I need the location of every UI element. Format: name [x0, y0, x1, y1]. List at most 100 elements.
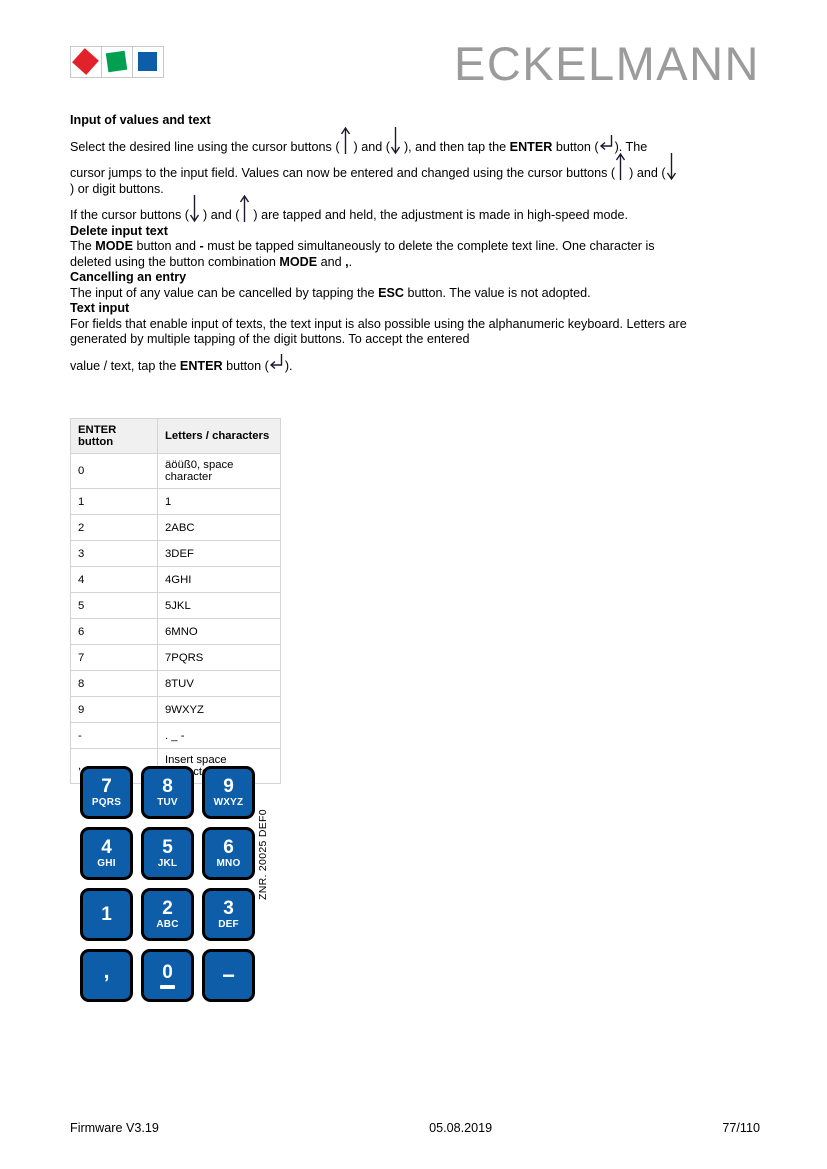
footer-page-number: 77/110 — [722, 1121, 760, 1135]
key-2[interactable]: 2 ABC — [141, 888, 194, 941]
table-cell-value: 3DEF — [157, 540, 281, 567]
table-body: 0 äöüß0, space character 11 2 2ABC 3 3DEF 4… — [70, 453, 281, 784]
text-run: value / text, tap the — [70, 358, 180, 373]
text-run: button ( — [552, 139, 599, 154]
blue-square-icon — [138, 52, 157, 71]
key-8[interactable]: 8 TUV — [141, 766, 194, 819]
keypad-cell: 7 PQRS — [76, 762, 137, 823]
paragraph-cancelling-an-entry: The input of any value can be cancelled … — [70, 286, 760, 302]
table-cell-key: 1 — [70, 488, 158, 515]
table-cell-value: 4GHI — [157, 566, 281, 593]
text-run: If the cursor buttons ( — [70, 208, 189, 222]
key-digit: 5 — [162, 837, 173, 858]
letters-characters-table: ENTER button Letters / characters 0 äöüß0… — [70, 418, 281, 784]
key-3[interactable]: 3 DEF — [202, 888, 255, 941]
text-run: button. The value is not adopted. — [403, 285, 591, 300]
document-body: Input of values and text Select the desi… — [70, 113, 760, 374]
key-letters: JKL — [157, 858, 178, 869]
key-digit: 9 — [223, 776, 234, 797]
table-cell-value: 8TUV — [157, 670, 281, 697]
text-run: button ( — [222, 358, 269, 373]
drawing-number-label: ZNR. 20025 DEF0 — [257, 809, 269, 900]
text-run: ) are tapped and held, the adjustment is… — [253, 208, 628, 222]
table-cell-key: 0 — [70, 453, 158, 489]
text-run: and — [317, 254, 346, 269]
paragraph-high-speed-mode: If the cursor buttons ( ) and ( ) are tapp… — [70, 194, 760, 224]
table-row: -. _ - — [70, 722, 281, 749]
key-4[interactable]: 4 GHI — [80, 827, 133, 880]
paragraph-select-line: Select the desired line using the cursor… — [70, 126, 760, 156]
table-row: 8 8TUV — [70, 670, 281, 697]
table-header-row: ENTER button Letters / characters — [70, 418, 281, 454]
text-run: deleted using the button combination — [70, 254, 280, 269]
table-row: 6 6MNO — [70, 618, 281, 645]
enter-button-label: ENTER — [179, 358, 223, 373]
keypad-cell: 3 DEF — [198, 884, 259, 945]
key-digit: 0 — [162, 961, 173, 983]
text-run: ) and ( — [353, 139, 390, 154]
text-run: ), and then tap the — [403, 139, 510, 154]
table-cell-value: 1 — [157, 488, 281, 515]
key-7[interactable]: 7 PQRS — [80, 766, 133, 819]
table-cell-value: äöüß0, space character — [157, 453, 281, 489]
table-row: 3 3DEF — [70, 540, 281, 567]
keypad-cell: 6 MNO — [198, 823, 259, 884]
table-row: 9 9WXYZ — [70, 696, 281, 723]
keypad-cell: 5 JKL — [137, 823, 198, 884]
space-underbar-icon — [160, 984, 175, 989]
table-cell-key: 2 — [70, 514, 158, 541]
text-run: Select the desired line using the cursor… — [70, 139, 340, 154]
table-cell-value: 9WXYZ — [157, 696, 281, 723]
keypad-cell: , — [76, 945, 137, 1006]
table-cell-value: 6MNO — [157, 618, 281, 645]
table-cell-key: 8 — [70, 670, 158, 697]
keypad-cell: 1 — [76, 884, 137, 945]
heading-cancelling-an-entry: Cancelling an entry — [70, 270, 187, 284]
keypad-cell: 0 — [137, 945, 198, 1006]
table-cell-key: 4 — [70, 566, 158, 593]
table-cell-key: 7 — [70, 644, 158, 671]
enter-button-label: ENTER — [509, 139, 553, 154]
text-run: cursor jumps to the input field. Values … — [70, 166, 616, 180]
table-cell-key: 6 — [70, 618, 158, 645]
table-row: 7 7PQRS — [70, 644, 281, 671]
table-cell-key: - — [70, 722, 158, 749]
key-letters: WXYZ — [213, 797, 244, 808]
logo-cell-green — [102, 47, 133, 77]
text-run: must be tapped simultaneously to delete … — [203, 239, 655, 253]
heading-delete-input-text: Delete input text — [70, 223, 168, 238]
logo-cell-blue — [133, 47, 163, 77]
page-header: ECKELMANN — [70, 40, 760, 92]
text-run: For fields that enable input of texts, t… — [70, 316, 687, 331]
key-1[interactable]: 1 — [80, 888, 133, 941]
key-digit: 4 — [101, 837, 112, 858]
table-row: 5 5JKL — [70, 592, 281, 619]
table-cell-key: 9 — [70, 696, 158, 723]
key-9[interactable]: 9 WXYZ — [202, 766, 255, 819]
key-letters: PQRS — [91, 797, 122, 808]
key-5[interactable]: 5 JKL — [141, 827, 194, 880]
numeric-keypad-illustration: 7 PQRS 8 TUV 9 WXYZ 4 GHI 5 JKL 6 MNO 1 … — [76, 762, 259, 1006]
table-header-letters-characters: Letters / characters — [157, 418, 281, 454]
green-square-icon — [105, 50, 128, 73]
table-cell-value: 5JKL — [157, 592, 281, 619]
heading-input-of-values-and-text: Input of values and text — [70, 113, 211, 127]
keypad-cell: 4 GHI — [76, 823, 137, 884]
key-6[interactable]: 6 MNO — [202, 827, 255, 880]
paragraph-accept-value: value / text, tap the ENTER button (). — [70, 353, 760, 375]
paragraph-delete-input-text: The MODE button and - must be tapped sim… — [70, 239, 760, 270]
text-run: ) or digit buttons. — [70, 181, 164, 196]
mode-button-label: MODE — [95, 239, 133, 253]
keypad-cell: − — [198, 945, 259, 1006]
key-minus[interactable]: − — [202, 949, 255, 1002]
keypad-cell: 2 ABC — [137, 884, 198, 945]
logo-cell-red — [71, 47, 102, 77]
text-run: ) and ( — [203, 208, 240, 222]
key-comma[interactable]: , — [80, 949, 133, 1002]
paragraph-cursor-jumps: cursor jumps to the input field. Values … — [70, 152, 760, 197]
text-run: ) and ( — [629, 166, 666, 180]
red-diamond-icon — [72, 48, 99, 75]
text-run: . — [348, 254, 353, 269]
key-digit: 2 — [162, 898, 173, 919]
key-0-space[interactable]: 0 — [141, 949, 194, 1002]
